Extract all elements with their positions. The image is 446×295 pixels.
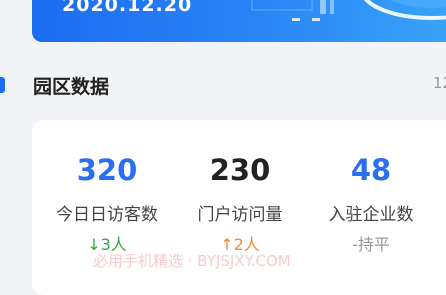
watermark: 必用手机精选 · BYJSJXY.COM	[93, 252, 291, 270]
banner-date: 2020.12.20	[62, 0, 193, 16]
section-header: 园区数据 12	[0, 70, 446, 102]
stat-value: 48	[350, 153, 392, 187]
stat-label: 入驻企业数	[328, 205, 414, 225]
banner[interactable]: 2020.12.20	[32, 0, 446, 42]
section-title: 园区数据	[33, 76, 110, 98]
stat-label: 今日日访客数	[56, 205, 158, 225]
stat-change: -持平	[306, 231, 436, 255]
stat-label: 门户访问量	[197, 205, 283, 225]
section-extra[interactable]: 12	[433, 74, 446, 92]
building-illustration-icon	[251, 0, 446, 21]
stat-portal-visits[interactable]: 230 门户访问量 ↑2人	[175, 150, 305, 255]
stat-visitors[interactable]: 320 今日日访客数 ↓3人	[42, 150, 172, 255]
stat-value: 230	[209, 153, 271, 187]
stat-enterprises[interactable]: 48 入驻企业数 -持平	[306, 150, 436, 255]
section-accent-bar	[0, 77, 5, 93]
stat-change-text: 持平	[357, 235, 390, 254]
stat-value: 320	[76, 153, 138, 187]
